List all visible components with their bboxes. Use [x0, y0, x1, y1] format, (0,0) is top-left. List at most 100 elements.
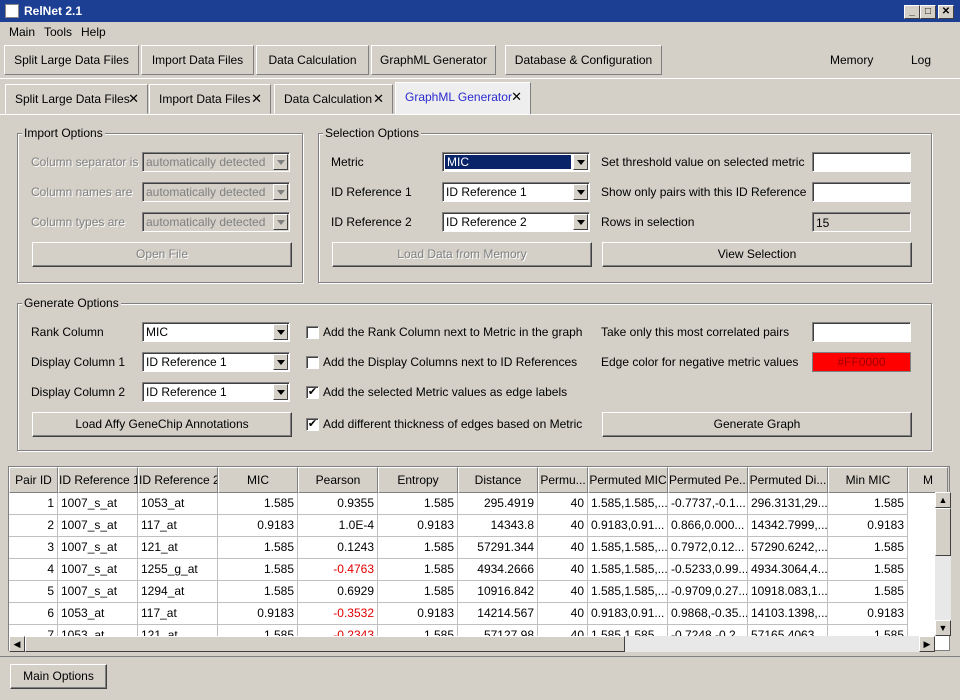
table-cell[interactable]: -0.5233,0.99...: [668, 559, 748, 581]
table-cell[interactable]: 1294_at: [138, 581, 218, 603]
scroll-up-icon[interactable]: ▲: [935, 492, 951, 508]
generate-graph-button[interactable]: Generate Graph: [602, 412, 912, 437]
scroll-left-icon[interactable]: ◀: [9, 636, 25, 652]
table-cell[interactable]: 1.585: [218, 493, 298, 515]
toolbar-memory[interactable]: Memory: [830, 45, 873, 75]
table-cell[interactable]: 3: [9, 537, 58, 559]
table-cell[interactable]: 40: [538, 559, 588, 581]
table-cell[interactable]: 14342.7999,...: [748, 515, 828, 537]
table-cell[interactable]: 4: [9, 559, 58, 581]
column-header[interactable]: Distance: [458, 467, 538, 493]
table-cell[interactable]: -0.9709,0.27...: [668, 581, 748, 603]
menu-tools[interactable]: Tools: [44, 25, 72, 39]
close-button[interactable]: ✕: [938, 5, 954, 19]
table-row[interactable]: 3 1007_s_at 121_at 1.585 0.1243 1.585 57291.34…: [9, 537, 948, 559]
table-cell[interactable]: 1.585: [218, 559, 298, 581]
table-row[interactable]: 5 1007_s_at 1294_at 1.585 0.6929 1.585 10916.8…: [9, 581, 948, 603]
table-cell[interactable]: 1.585: [218, 537, 298, 559]
column-header[interactable]: Permuted MIC: [588, 467, 668, 493]
table-cell[interactable]: 1.585,1.585,...: [588, 559, 668, 581]
table-cell[interactable]: 1255_g_at: [138, 559, 218, 581]
table-cell[interactable]: 40: [538, 515, 588, 537]
table-cell[interactable]: 1.585: [828, 559, 908, 581]
table-cell[interactable]: 1.585,1.585,...: [588, 493, 668, 515]
table-cell[interactable]: 14343.8: [458, 515, 538, 537]
table-cell[interactable]: 10918.083,1...: [748, 581, 828, 603]
column-header[interactable]: Pair ID: [9, 467, 58, 493]
table-cell[interactable]: 6: [9, 603, 58, 625]
tab-import[interactable]: Import Data Files ✕: [149, 84, 271, 114]
column-header[interactable]: MIC: [218, 467, 298, 493]
separator-select[interactable]: automatically detected: [142, 152, 290, 172]
toolbar-db-button[interactable]: Database & Configuration: [505, 45, 662, 75]
toolbar-split-button[interactable]: Split Large Data Files: [4, 45, 139, 75]
table-cell[interactable]: 1053_at: [58, 603, 138, 625]
table-cell[interactable]: 296.3131,29...: [748, 493, 828, 515]
table-cell[interactable]: 57291.344: [458, 537, 538, 559]
table-cell[interactable]: 14103.1398,...: [748, 603, 828, 625]
toolbar-import-button[interactable]: Import Data Files: [141, 45, 254, 75]
table-cell[interactable]: 0.9183: [378, 515, 458, 537]
table-row[interactable]: 1 1007_s_at 1053_at 1.585 0.9355 1.585 295.491…: [9, 493, 948, 515]
table-cell[interactable]: 0.1243: [298, 537, 378, 559]
column-header[interactable]: Entropy: [378, 467, 458, 493]
table-row[interactable]: 2 1007_s_at 117_at 0.9183 1.0E-4 0.9183 14343.…: [9, 515, 948, 537]
table-cell[interactable]: 0.9183: [378, 603, 458, 625]
table-cell[interactable]: 117_at: [138, 603, 218, 625]
close-tab-icon[interactable]: ✕: [373, 85, 384, 113]
menu-help[interactable]: Help: [81, 25, 106, 39]
table-cell[interactable]: -0.7737,-0.1...: [668, 493, 748, 515]
table-row[interactable]: 6 1053_at 117_at 0.9183 -0.3532 0.9183 14214.5…: [9, 603, 948, 625]
minimize-button[interactable]: _: [904, 5, 920, 19]
scroll-thumb[interactable]: [935, 508, 951, 556]
column-header[interactable]: Permuted Pe...: [668, 467, 748, 493]
toolbar-log[interactable]: Log: [911, 45, 931, 75]
load-affy-button[interactable]: Load Affy GeneChip Annotations: [32, 412, 292, 437]
table-cell[interactable]: 1053_at: [138, 493, 218, 515]
table-cell[interactable]: 0.9183,0.91...: [588, 515, 668, 537]
table-cell[interactable]: 1007_s_at: [58, 537, 138, 559]
display1-select[interactable]: ID Reference 1: [142, 352, 290, 372]
table-cell[interactable]: 0.9183: [828, 515, 908, 537]
table-cell[interactable]: 1.585: [218, 581, 298, 603]
tab-split[interactable]: Split Large Data Files ✕: [5, 84, 148, 114]
column-header[interactable]: M: [908, 467, 948, 493]
table-cell[interactable]: 40: [538, 603, 588, 625]
types-select[interactable]: automatically detected: [142, 212, 290, 232]
column-header[interactable]: Min MIC: [828, 467, 908, 493]
table-cell[interactable]: 1: [9, 493, 58, 515]
edge-labels-checkbox[interactable]: ✔: [306, 386, 319, 399]
table-cell[interactable]: 1007_s_at: [58, 559, 138, 581]
toolbar-calc-button[interactable]: Data Calculation: [256, 45, 369, 75]
table-cell[interactable]: 4934.2666: [458, 559, 538, 581]
column-header[interactable]: ID Reference 1: [58, 467, 138, 493]
table-cell[interactable]: 0.9355: [298, 493, 378, 515]
column-header[interactable]: Permu...: [538, 467, 588, 493]
table-cell[interactable]: 0.7972,0.12...: [668, 537, 748, 559]
column-header[interactable]: ID Reference 2: [138, 467, 218, 493]
table-cell[interactable]: 0.9868,-0.35...: [668, 603, 748, 625]
table-cell[interactable]: 40: [538, 537, 588, 559]
close-tab-icon[interactable]: ✕: [128, 85, 139, 113]
edge-thickness-checkbox[interactable]: ✔: [306, 418, 319, 431]
table-cell[interactable]: 1.585: [828, 537, 908, 559]
edge-color-picker[interactable]: #FF0000: [812, 352, 911, 372]
table-cell[interactable]: 14214.567: [458, 603, 538, 625]
table-cell[interactable]: 295.4919: [458, 493, 538, 515]
table-cell[interactable]: 2: [9, 515, 58, 537]
table-cell[interactable]: 0.9183: [218, 603, 298, 625]
column-header[interactable]: Permuted Di...: [748, 467, 828, 493]
view-selection-button[interactable]: View Selection: [602, 242, 912, 267]
table-cell[interactable]: 4934.3064,4...: [748, 559, 828, 581]
table-cell[interactable]: 1.585: [378, 581, 458, 603]
table-cell[interactable]: 1.585: [378, 537, 458, 559]
table-cell[interactable]: 40: [538, 493, 588, 515]
horizontal-scrollbar[interactable]: ◀ ▶: [9, 636, 935, 652]
vertical-scrollbar[interactable]: ▲ ▼: [935, 492, 951, 636]
table-cell[interactable]: 40: [538, 581, 588, 603]
table-cell[interactable]: 1.585: [828, 581, 908, 603]
toolbar-graphml-button[interactable]: GraphML Generator: [371, 45, 496, 75]
names-select[interactable]: automatically detected: [142, 182, 290, 202]
display2-select[interactable]: ID Reference 1: [142, 382, 290, 402]
rank-select[interactable]: MIC: [142, 322, 290, 342]
